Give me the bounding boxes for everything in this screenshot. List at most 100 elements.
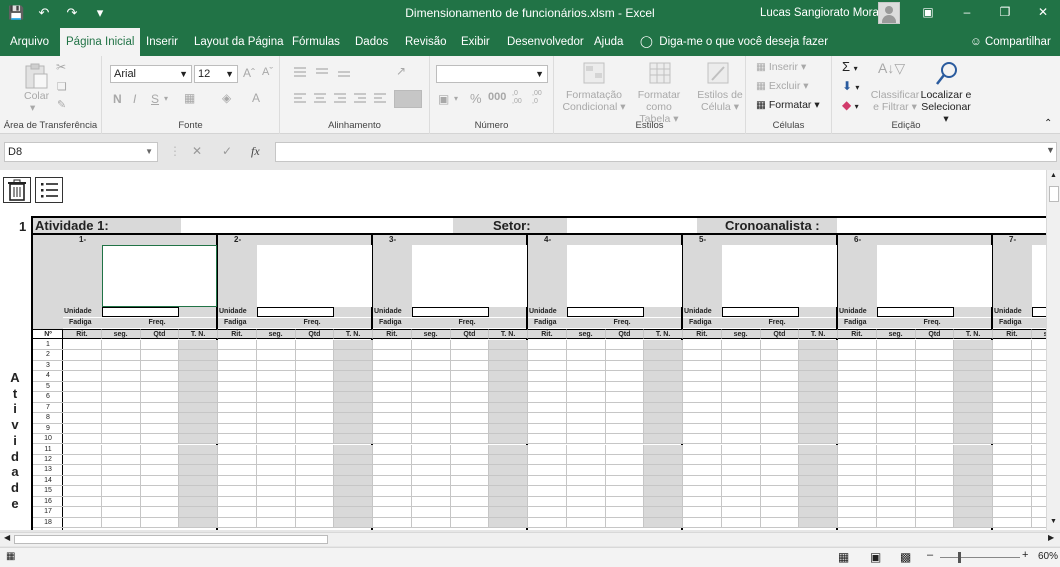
delete-cells-button[interactable]: ▦ Excluir ▾ (756, 80, 809, 92)
data-cell[interactable] (179, 454, 218, 466)
data-cell[interactable] (605, 517, 645, 529)
data-cell[interactable] (218, 371, 257, 382)
data-cell[interactable] (1031, 496, 1046, 508)
data-cell[interactable] (63, 413, 102, 424)
data-cell[interactable] (644, 475, 683, 487)
data-cell[interactable] (63, 507, 102, 518)
zoom-out-icon[interactable]: – (927, 549, 933, 561)
data-cell[interactable] (63, 475, 102, 487)
data-cell[interactable] (489, 413, 528, 424)
data-cell[interactable] (644, 350, 683, 361)
data-cell[interactable] (218, 517, 257, 529)
underline-dropdown-icon[interactable]: ▾ (164, 94, 168, 103)
data-cell[interactable] (528, 402, 567, 414)
data-cell[interactable] (760, 350, 800, 361)
data-cell[interactable] (644, 413, 683, 424)
data-cell[interactable] (334, 381, 373, 393)
data-cell[interactable] (1031, 444, 1046, 455)
autosum-icon[interactable]: Σ ▾ (842, 59, 858, 74)
data-cell[interactable] (489, 475, 528, 487)
data-cell[interactable] (256, 392, 296, 403)
data-cell[interactable] (799, 486, 838, 497)
data-cell[interactable] (876, 444, 916, 455)
percent-style-icon[interactable]: % (470, 91, 482, 106)
data-cell[interactable] (954, 392, 993, 403)
data-cell[interactable] (334, 340, 373, 351)
data-cell[interactable] (721, 465, 761, 476)
insert-cells-button[interactable]: ▦ Inserir ▾ (756, 61, 806, 73)
horizontal-scrollbar[interactable]: ◀ ▶ (0, 532, 1060, 546)
data-cell[interactable] (1031, 475, 1046, 487)
data-cell[interactable] (411, 486, 451, 497)
data-cell[interactable] (528, 381, 567, 393)
data-cell[interactable] (256, 486, 296, 497)
data-cell[interactable] (140, 517, 180, 529)
save-icon[interactable]: 💾 (8, 5, 24, 21)
data-cell[interactable] (179, 381, 218, 393)
data-cell[interactable] (683, 507, 722, 518)
decrease-decimal-icon[interactable]: ,00,0 (532, 90, 542, 106)
scroll-right-icon[interactable]: ▶ (1048, 533, 1054, 542)
data-cell[interactable] (295, 402, 335, 414)
data-cell[interactable] (605, 454, 645, 466)
tab-arquivo[interactable]: Arquivo (4, 28, 55, 56)
data-cell[interactable] (334, 360, 373, 372)
data-cell[interactable] (644, 381, 683, 393)
data-cell[interactable] (373, 413, 412, 424)
tab-pagina-inicial[interactable]: Página Inicial (60, 28, 141, 56)
data-cell[interactable] (799, 434, 838, 445)
data-cell[interactable] (140, 413, 180, 424)
data-cell[interactable] (295, 392, 335, 403)
data-cell[interactable] (140, 402, 180, 414)
page-break-view-icon[interactable]: ▩ (900, 550, 911, 564)
data-cell[interactable] (683, 465, 722, 476)
data-cell[interactable] (799, 454, 838, 466)
zoom-level[interactable]: 60% (1038, 551, 1058, 562)
data-cell[interactable] (140, 454, 180, 466)
data-cell[interactable] (760, 392, 800, 403)
data-cell[interactable] (644, 340, 683, 351)
data-cell[interactable] (760, 465, 800, 476)
data-cell[interactable] (528, 340, 567, 351)
data-cell[interactable] (566, 350, 606, 361)
data-cell[interactable] (411, 413, 451, 424)
data-cell[interactable] (721, 454, 761, 466)
data-cell[interactable] (295, 496, 335, 508)
data-cell[interactable] (721, 413, 761, 424)
data-cell[interactable] (528, 444, 567, 455)
data-cell[interactable] (566, 434, 606, 445)
data-cell[interactable] (63, 381, 102, 393)
italic-button[interactable]: I (133, 92, 136, 106)
data-cell[interactable] (954, 496, 993, 508)
data-cell[interactable] (450, 465, 490, 476)
data-cell[interactable] (373, 381, 412, 393)
data-cell[interactable] (993, 371, 1032, 382)
data-cell[interactable] (1031, 350, 1046, 361)
data-cell[interactable] (101, 454, 141, 466)
data-cell[interactable] (915, 402, 955, 414)
data-cell[interactable] (838, 381, 877, 393)
data-cell[interactable] (838, 423, 877, 435)
data-cell[interactable] (566, 360, 606, 372)
data-cell[interactable] (876, 381, 916, 393)
data-cell[interactable] (179, 360, 218, 372)
data-cell[interactable] (683, 413, 722, 424)
data-cell[interactable] (799, 402, 838, 414)
data-cell[interactable] (179, 444, 218, 455)
data-cell[interactable] (721, 507, 761, 518)
data-cell[interactable] (528, 392, 567, 403)
tab-revisao[interactable]: Revisão (399, 28, 453, 56)
cell-styles-label[interactable]: Estilos de Célula ▾ (696, 89, 744, 113)
data-cell[interactable] (101, 486, 141, 497)
data-cell[interactable] (760, 423, 800, 435)
data-cell[interactable] (760, 340, 800, 351)
data-cell[interactable] (489, 340, 528, 351)
data-cell[interactable] (63, 360, 102, 372)
data-cell[interactable] (915, 444, 955, 455)
data-cell[interactable] (101, 423, 141, 435)
underline-button[interactable]: S (151, 92, 159, 106)
data-cell[interactable] (218, 392, 257, 403)
data-cell[interactable] (721, 371, 761, 382)
data-cell[interactable] (489, 434, 528, 445)
data-cell[interactable] (373, 371, 412, 382)
